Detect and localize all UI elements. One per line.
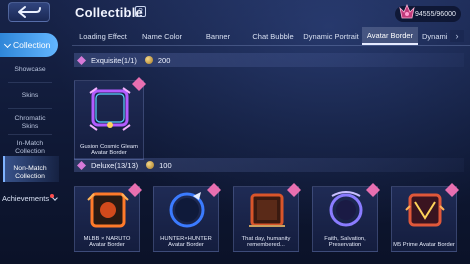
avatar-border-art-icon	[169, 192, 205, 228]
tab-dynamic-portrait[interactable]: Dynamic Portrait	[300, 27, 362, 45]
coin-icon	[146, 161, 155, 169]
section-points: 200	[157, 55, 171, 65]
currency-value: 94555/96000	[415, 10, 456, 18]
rarity-badge-icon	[207, 183, 221, 197]
help-icon[interactable]: ?	[135, 6, 146, 17]
avatar-border-art-icon	[87, 192, 129, 228]
card-label: That day, humanity remembered...	[241, 235, 291, 249]
back-button[interactable]	[8, 2, 50, 22]
avatar-border-card[interactable]: Gusion Cosmic Gleam Avatar Border	[74, 77, 146, 160]
section-points: 100	[159, 160, 172, 170]
sidebar-item-chromatic-skins[interactable]: Chromatic Skins	[6, 115, 54, 131]
coin-icon	[144, 56, 153, 64]
tab-chat-bubble[interactable]: Chat Bubble	[246, 27, 300, 45]
tab-avatar-border[interactable]: Avatar Border	[362, 27, 418, 45]
avatar-border-art-icon	[405, 193, 445, 227]
chevron-left-icon	[3, 40, 12, 49]
tab-loading-effect[interactable]: Loading Effect	[72, 27, 134, 45]
sidebar-collection-button[interactable]: Collection	[0, 33, 58, 57]
collection-points-display: 94555/96000	[395, 3, 461, 22]
sidebar-item-non-match-collection[interactable]: Non-Match Collection	[6, 165, 54, 181]
avatar-border-card[interactable]: M5 Prime Avatar Border	[391, 183, 459, 252]
diamond-icon	[77, 55, 86, 65]
section-title: Exquisite(1/1)	[91, 55, 137, 65]
avatar-border-art-icon	[249, 193, 285, 227]
tab-divider	[72, 45, 470, 46]
rarity-badge-icon	[366, 183, 380, 197]
rarity-badge-icon	[132, 77, 146, 91]
tab-banner[interactable]: Banner	[190, 27, 246, 45]
card-label: Gusion Cosmic Gleam Avatar Border	[80, 143, 138, 157]
rarity-badge-icon	[287, 183, 301, 197]
sidebar-divider	[8, 134, 52, 135]
tabs-scroll-right-icon[interactable]: ›	[450, 30, 464, 42]
sidebar-item-in-match-collection[interactable]: In-Match Collection	[6, 140, 54, 156]
page-title: Collectible	[75, 5, 143, 20]
diamond-icon	[77, 160, 86, 170]
sidebar-divider	[8, 108, 52, 109]
avatar-border-art-icon	[329, 191, 363, 227]
achievements-label: Achievements	[2, 194, 50, 203]
card-label: Faith, Salvation, Preservation	[324, 235, 366, 249]
section-header-exquisite: Exquisite(1/1) 200	[74, 53, 464, 67]
sidebar-item-achievements[interactable]: Achievements	[2, 194, 55, 203]
tab-bar: Loading Effect Name Color Banner Chat Bu…	[72, 27, 470, 45]
rarity-badge-icon	[445, 183, 459, 197]
card-label: MLBB × NARUTO Avatar Border	[83, 235, 131, 249]
top-bar: Collectible ? 94555/96000	[0, 0, 470, 26]
sidebar-item-showcase[interactable]: Showcase	[6, 66, 54, 74]
avatar-border-art-icon	[89, 87, 131, 131]
avatar-border-card[interactable]: HUNTER×HUNTER Avatar Border	[153, 183, 221, 252]
tab-name-color[interactable]: Name Color	[134, 27, 190, 45]
avatar-border-card[interactable]: That day, humanity remembered...	[233, 183, 301, 252]
sidebar-main-label: Collection	[13, 40, 51, 50]
card-label: HUNTER×HUNTER Avatar Border	[160, 235, 212, 249]
section-title: Deluxe(13/13)	[91, 160, 139, 170]
card-label: M5 Prime Avatar Border	[393, 242, 455, 249]
sidebar-divider	[8, 82, 52, 83]
avatar-border-card[interactable]: MLBB × NARUTO Avatar Border	[74, 183, 142, 252]
section-header-deluxe: Deluxe(13/13) 100	[74, 158, 464, 172]
rarity-badge-icon	[128, 183, 142, 197]
avatar-border-card[interactable]: Faith, Salvation, Preservation	[312, 183, 380, 252]
tab-dynamic-partial[interactable]: Dynami	[418, 27, 448, 45]
crown-gem-icon	[399, 3, 415, 19]
sidebar: Collection Showcase Skins Chromatic Skin…	[0, 30, 62, 264]
back-arrow-icon	[18, 6, 41, 18]
sidebar-item-skins[interactable]: Skins	[6, 92, 54, 100]
